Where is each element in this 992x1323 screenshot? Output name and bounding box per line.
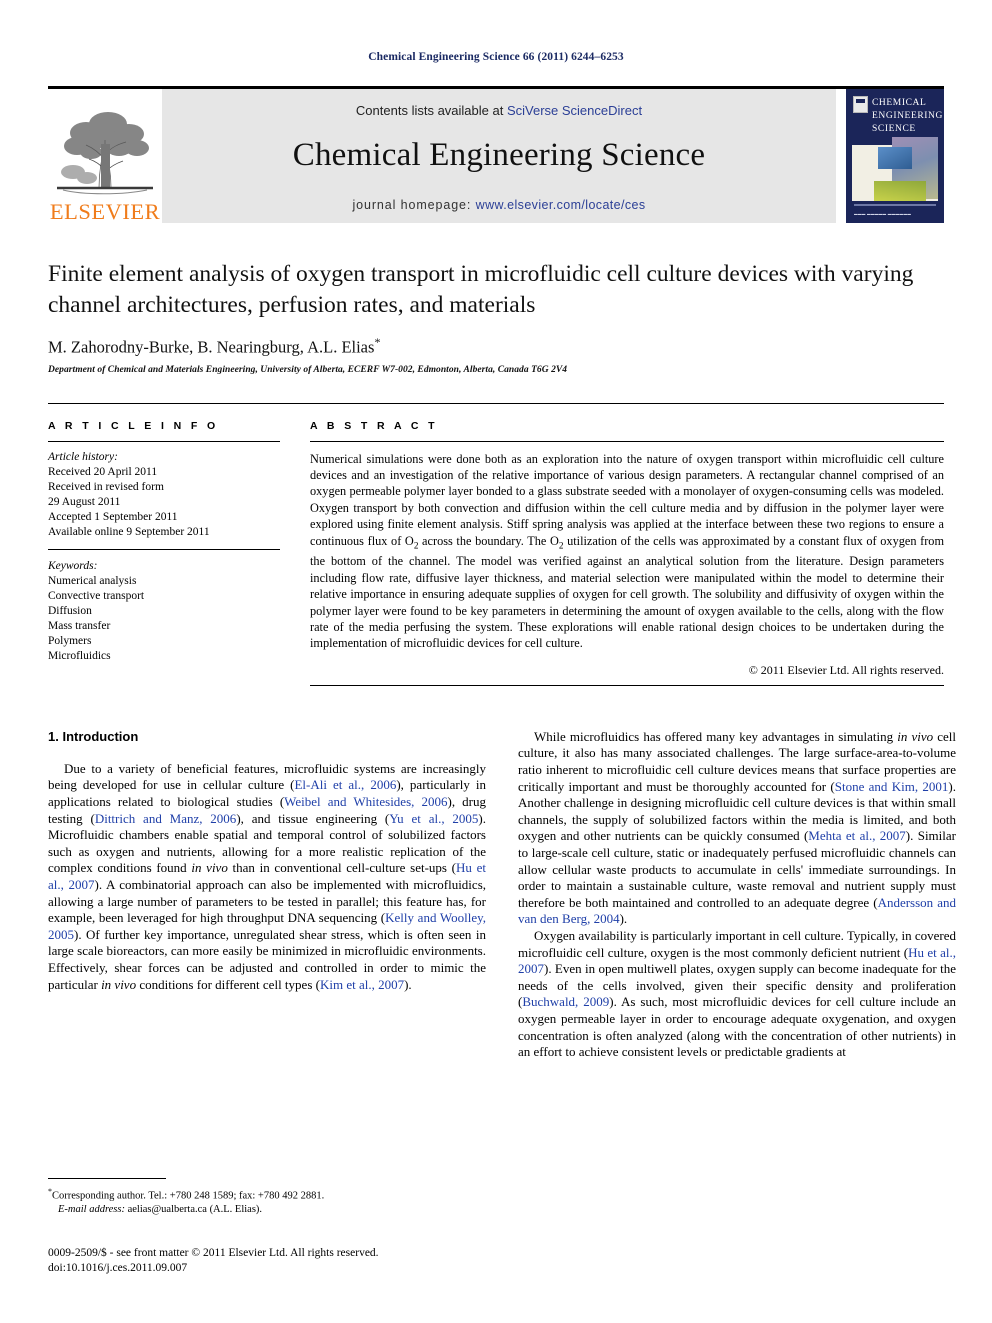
email-address[interactable]: aelias@ualberta.ca (A.L. Elias).: [125, 1204, 262, 1215]
footnote-area: *Corresponding author. Tel.: +780 248 15…: [48, 1178, 486, 1217]
abstract-divider-top: [310, 440, 944, 442]
keywords-block: Keywords: Numerical analysis Convective …: [48, 559, 280, 664]
italic-term: in vivo: [897, 728, 934, 744]
citation-link[interactable]: Mehta et al., 2007: [808, 828, 906, 843]
elsevier-wordmark: ELSEVIER: [49, 198, 161, 224]
running-head: Chemical Engineering Science 66 (2011) 6…: [368, 51, 624, 63]
contents-lists-line: Contents lists available at SciVerse Sci…: [356, 103, 642, 118]
text-run: ).: [404, 976, 412, 992]
intro-paragraph-left: Due to a variety of beneficial features,…: [48, 761, 486, 993]
text-run: Oxygen availability is particularly impo…: [518, 927, 956, 960]
text-run: conditions for different cell types (: [136, 976, 320, 992]
info-divider-mid: [48, 548, 280, 550]
body-column-left: 1. Introduction Due to a variety of bene…: [48, 729, 486, 1061]
footnote-rule: [48, 1178, 166, 1179]
text-run: While microfluidics has offered many key…: [534, 728, 898, 744]
abstract-part-3: utilization of the cells was approximate…: [310, 533, 945, 651]
citation-link[interactable]: Stone and Kim, 2001: [835, 779, 949, 794]
article-history: Article history: Received 20 April 2011 …: [48, 450, 280, 540]
body-columns: 1. Introduction Due to a variety of bene…: [48, 729, 956, 1061]
title-block: Finite element analysis of oxygen transp…: [48, 259, 944, 375]
journal-homepage-link[interactable]: www.elsevier.com/locate/ces: [476, 198, 646, 212]
text-run: than in conventional cell-culture set-up…: [227, 860, 457, 876]
citation-link[interactable]: Weibel and Whitesides, 2006: [284, 794, 447, 809]
journal-masthead: ELSEVIER Contents lists available at Sci…: [48, 86, 944, 223]
citation-link[interactable]: El-Ali et al., 2006: [294, 777, 396, 792]
text-run: ).: [619, 911, 628, 927]
keyword-item: Mass transfer: [48, 619, 111, 632]
elsevier-tree-icon: [53, 100, 157, 200]
italic-term: in vivo: [101, 976, 137, 992]
imprint-block: 0009-2509/$ - see front matter © 2011 El…: [48, 1246, 508, 1276]
keyword-item: Polymers: [48, 634, 92, 647]
author-list: M. Zahorodny-Burke, B. Nearingburg, A.L.…: [48, 335, 944, 358]
keywords-label: Keywords:: [48, 559, 98, 572]
cover-title: CHEMICAL ENGINEERING SCIENCE: [872, 98, 943, 134]
italic-term: in vivo: [191, 860, 228, 876]
abstract-heading: A B S T R A C T: [310, 419, 438, 432]
body-column-right: While microfluidics has offered many key…: [518, 729, 956, 1061]
issn-copyright-line: 0009-2509/$ - see front matter © 2011 El…: [48, 1247, 379, 1259]
text-run: ), and tissue engineering (: [236, 810, 390, 826]
keyword-item: Diffusion: [48, 604, 92, 617]
intro-paragraph-right-1: While microfluidics has offered many key…: [518, 729, 956, 928]
section-heading-introduction: 1. Introduction: [48, 728, 139, 744]
abstract-column: A B S T R A C T Numerical simulations we…: [310, 420, 944, 686]
history-item: Available online 9 September 2011: [48, 525, 210, 538]
cover-publisher-icon: [853, 96, 868, 113]
abstract-divider-bottom: [310, 684, 944, 686]
article-info-heading: A R T I C L E I N F O: [48, 419, 219, 432]
doi-line[interactable]: doi:10.1016/j.ces.2011.09.007: [48, 1261, 508, 1276]
history-item: Received 20 April 2011: [48, 465, 158, 478]
author-names: M. Zahorodny-Burke, B. Nearingburg, A.L.…: [48, 337, 375, 357]
journal-banner: Contents lists available at SciVerse Sci…: [162, 89, 836, 223]
info-abstract-region: A R T I C L E I N F O Article history: R…: [48, 402, 944, 686]
elsevier-logo: ELSEVIER: [48, 89, 162, 223]
cover-artwork: [852, 137, 938, 201]
info-divider-top: [48, 440, 280, 442]
journal-cover-thumbnail[interactable]: CHEMICAL ENGINEERING SCIENCE ▬▬▬ ▬▬▬▬▬ ▬…: [846, 89, 944, 223]
citation-link[interactable]: Buchwald, 2009: [522, 994, 609, 1009]
homepage-prefix: journal homepage:: [352, 197, 476, 212]
keyword-item: Numerical analysis: [48, 574, 137, 587]
article-info-column: A R T I C L E I N F O Article history: R…: [48, 420, 280, 686]
corresponding-author-marker: *: [374, 335, 381, 349]
sciencedirect-link[interactable]: SciVerse ScienceDirect: [507, 103, 642, 118]
journal-title: Chemical Engineering Science: [292, 136, 706, 173]
citation-link[interactable]: Kim et al., 2007: [320, 977, 404, 992]
history-item: Accepted 1 September 2011: [48, 510, 178, 523]
history-item: 29 August 2011: [48, 495, 121, 508]
citation-link[interactable]: Yu et al., 2005: [389, 811, 478, 826]
abstract-copyright: © 2011 Elsevier Ltd. All rights reserved…: [748, 662, 944, 677]
affiliation: Department of Chemical and Materials Eng…: [48, 364, 568, 375]
cover-divider: [854, 204, 936, 206]
abstract-text: Numerical simulations were done both as …: [310, 451, 944, 652]
journal-homepage-line: journal homepage: www.elsevier.com/locat…: [352, 198, 645, 212]
cover-footer-text: ▬▬▬ ▬▬▬▬▬ ▬▬▬▬▬▬: [854, 212, 912, 216]
history-item: Received in revised form: [48, 480, 164, 493]
abstract-part-2: across the boundary. The O: [418, 533, 559, 548]
keyword-item: Microfluidics: [48, 649, 111, 662]
article-history-label: Article history:: [48, 450, 118, 463]
intro-paragraph-right-2: Oxygen availability is particularly impo…: [518, 928, 956, 1061]
page-title: Finite element analysis of oxygen transp…: [48, 261, 914, 318]
keyword-item: Convective transport: [48, 589, 145, 602]
citation-link[interactable]: Dittrich and Manz, 2006: [95, 811, 237, 826]
corresponding-author-footnote: *Corresponding author. Tel.: +780 248 15…: [48, 1185, 486, 1217]
footnote-contact-line: Corresponding author. Tel.: +780 248 158…: [52, 1190, 325, 1202]
email-label: E-mail address:: [58, 1204, 125, 1215]
contents-prefix: Contents lists available at: [355, 102, 507, 118]
article-page: Chemical Engineering Science 66 (2011) 6…: [0, 0, 992, 1323]
